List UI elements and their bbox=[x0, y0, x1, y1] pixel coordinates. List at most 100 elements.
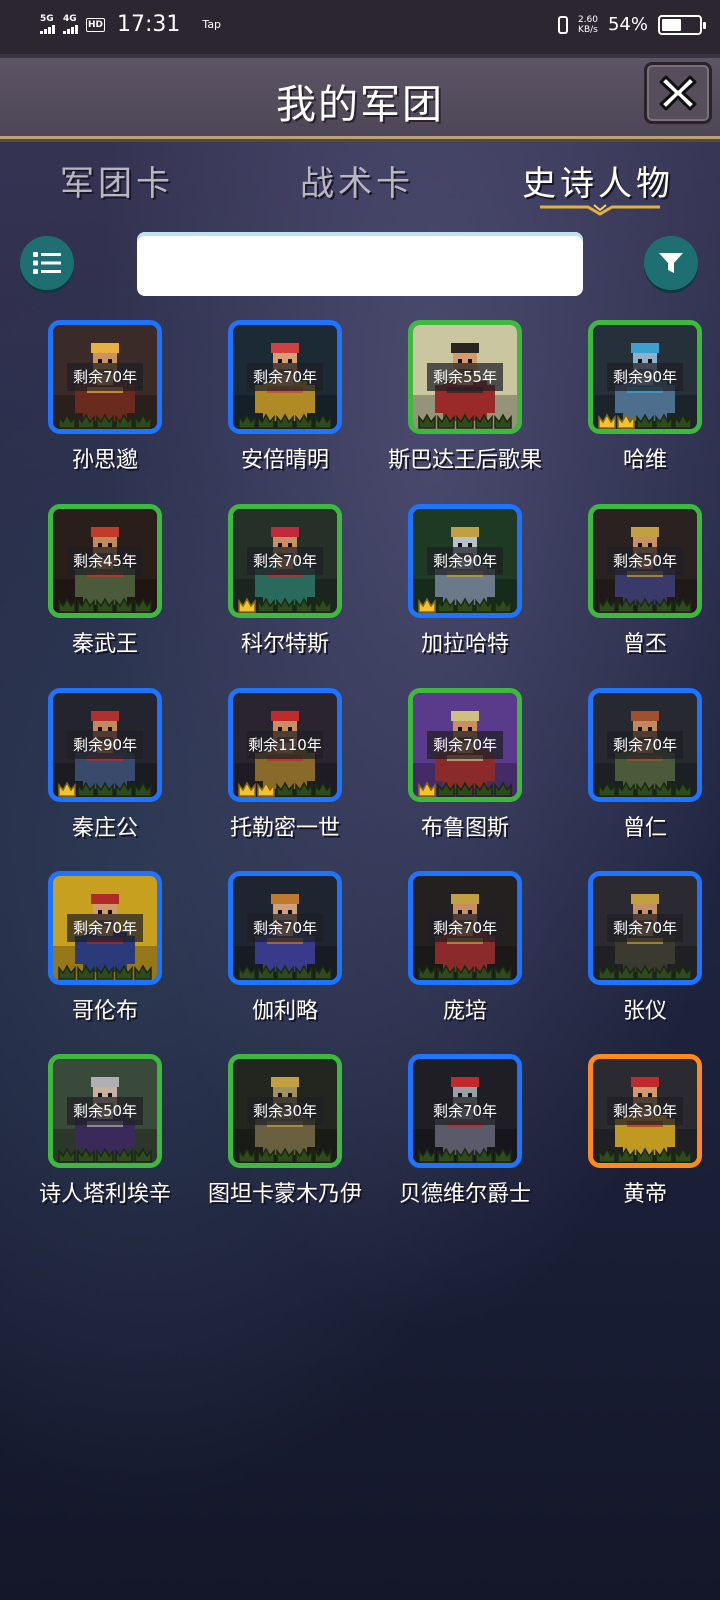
close-x-icon bbox=[659, 75, 697, 111]
crown-empty-icon bbox=[636, 781, 654, 797]
remaining-years: 剩余70年 bbox=[607, 731, 683, 759]
clock: 17:31 bbox=[117, 12, 181, 37]
star-crowns bbox=[413, 589, 517, 613]
figure-card[interactable]: 剩余50年 诗人塔利埃辛 bbox=[15, 1054, 195, 1234]
close-button[interactable] bbox=[644, 62, 712, 124]
crown-empty-icon bbox=[475, 964, 493, 980]
remaining-years: 剩余70年 bbox=[67, 363, 143, 391]
card-frame: 剩余30年 bbox=[228, 1054, 342, 1168]
figure-card[interactable]: 剩余90年 加拉哈特 bbox=[375, 504, 555, 684]
card-frame: 剩余90年 bbox=[588, 320, 702, 434]
crown-empty-icon bbox=[134, 413, 153, 429]
crown-empty-icon bbox=[636, 413, 654, 429]
figure-card[interactable]: 剩余30年图坦卡蒙木乃伊 bbox=[195, 1054, 375, 1234]
crown-empty-icon bbox=[494, 413, 513, 429]
crown-empty-icon bbox=[115, 781, 133, 797]
card-frame: 剩余70年 bbox=[408, 688, 522, 802]
figure-card[interactable]: 剩余70年科尔特斯 bbox=[195, 504, 375, 684]
figure-card[interactable]: 剩余70年 布鲁图斯 bbox=[375, 688, 555, 868]
figure-card[interactable]: 剩余30年 黄帝 bbox=[555, 1054, 720, 1234]
crown-empty-icon bbox=[617, 1147, 635, 1163]
crown-empty-icon bbox=[437, 413, 455, 429]
star-crowns bbox=[413, 405, 517, 429]
figure-name: 科尔特斯 bbox=[240, 632, 329, 657]
tab-legion-cards[interactable]: 军团卡 bbox=[60, 156, 174, 205]
card-frame: 剩余45年 bbox=[48, 504, 162, 618]
card-frame: 剩余30年 bbox=[588, 1054, 702, 1168]
crown-empty-icon bbox=[437, 1147, 455, 1163]
card-frame: 剩余50年 bbox=[48, 1054, 162, 1168]
star-crowns bbox=[413, 956, 517, 980]
search-input[interactable] bbox=[137, 232, 583, 296]
crown-empty-icon bbox=[96, 964, 114, 980]
star-crowns bbox=[53, 589, 157, 613]
crown-empty-icon bbox=[674, 413, 693, 429]
figure-name: 图坦卡蒙木乃伊 bbox=[207, 1182, 362, 1207]
crown-empty-icon bbox=[276, 1147, 294, 1163]
crown-empty-icon bbox=[655, 1147, 673, 1163]
figure-name: 曾丕 bbox=[622, 632, 667, 657]
crown-empty-icon bbox=[674, 597, 693, 613]
crown-empty-icon bbox=[617, 597, 635, 613]
star-crowns bbox=[53, 405, 157, 429]
figure-card[interactable]: 剩余50年曾丕 bbox=[555, 504, 720, 684]
card-frame: 剩余50年 bbox=[588, 504, 702, 618]
network-4g-label: 4G bbox=[63, 14, 77, 24]
tab-tactic-cards[interactable]: 战术卡 bbox=[300, 156, 414, 205]
crown-empty-icon bbox=[314, 413, 333, 429]
figure-card[interactable]: 剩余70年 庞培 bbox=[375, 871, 555, 1051]
figure-name: 伽利略 bbox=[251, 999, 318, 1024]
card-frame: 剩余70年 bbox=[588, 688, 702, 802]
card-frame: 剩余90年 bbox=[408, 504, 522, 618]
figure-card[interactable]: 剩余70年 贝德维尔爵士 bbox=[375, 1054, 555, 1234]
figure-card[interactable]: 剩余70年 安倍晴明 bbox=[195, 320, 375, 500]
filter-button[interactable] bbox=[644, 236, 698, 290]
crown-empty-icon bbox=[276, 597, 294, 613]
speed-value: 2.60 bbox=[577, 14, 598, 25]
figure-card[interactable]: 剩余110年 托勒密一世 bbox=[195, 688, 375, 868]
figure-card[interactable]: 剩余70年 孙思邈 bbox=[15, 320, 195, 500]
card-frame: 剩余70年 bbox=[228, 871, 342, 985]
status-bar: 5G 4G HD 17:31 Tap 2.60 KB/s 54% bbox=[0, 0, 720, 54]
figure-name: 秦庄公 bbox=[71, 816, 138, 841]
tab-epic-figures[interactable]: 史诗人物 bbox=[522, 156, 674, 205]
crown-empty-icon bbox=[417, 1147, 436, 1163]
crown-empty-icon bbox=[96, 1147, 114, 1163]
crown-empty-icon bbox=[314, 1147, 333, 1163]
card-frame: 剩余70年 bbox=[228, 504, 342, 618]
star-crowns bbox=[593, 1139, 697, 1163]
figure-card[interactable]: 剩余55年 斯巴达王后歌果 bbox=[375, 320, 555, 500]
crown-filled-icon bbox=[237, 781, 256, 797]
hd-badge: HD bbox=[86, 17, 106, 32]
crown-empty-icon bbox=[636, 964, 654, 980]
crown-empty-icon bbox=[257, 964, 275, 980]
status-right: 2.60 KB/s 54% bbox=[557, 14, 706, 35]
star-crowns bbox=[593, 956, 697, 980]
tap-app-indicator: Tap bbox=[202, 18, 222, 31]
figure-card[interactable]: 剩余90年 秦庄公 bbox=[15, 688, 195, 868]
network-speed: 2.60 KB/s bbox=[578, 15, 598, 35]
crown-empty-icon bbox=[77, 597, 95, 613]
crown-empty-icon bbox=[494, 1147, 513, 1163]
figure-card[interactable]: 剩余70年 张仪 bbox=[555, 871, 720, 1051]
crown-empty-icon bbox=[295, 1147, 313, 1163]
figure-name: 秦武王 bbox=[71, 632, 138, 657]
crown-empty-icon bbox=[475, 597, 493, 613]
list-view-button[interactable] bbox=[20, 236, 74, 290]
figure-card[interactable]: 剩余70年伽利略 bbox=[195, 871, 375, 1051]
crown-empty-icon bbox=[257, 597, 275, 613]
crown-empty-icon bbox=[636, 597, 654, 613]
star-crowns bbox=[233, 589, 337, 613]
figure-card[interactable]: 剩余90年 哈维 bbox=[555, 320, 720, 500]
battery-percent: 54% bbox=[607, 14, 648, 35]
star-crowns bbox=[233, 956, 337, 980]
card-frame: 剩余70年 bbox=[48, 320, 162, 434]
figure-card[interactable]: 剩余45年秦武王 bbox=[15, 504, 195, 684]
figure-name: 安倍晴明 bbox=[240, 448, 329, 473]
crown-empty-icon bbox=[494, 964, 513, 980]
crown-empty-icon bbox=[237, 964, 256, 980]
page-title: 我的军团 bbox=[276, 82, 444, 128]
crown-empty-icon bbox=[437, 781, 455, 797]
figure-card[interactable]: 剩余70年 曾仁 bbox=[555, 688, 720, 868]
figure-card[interactable]: 剩余70年 哥伦布 bbox=[15, 871, 195, 1051]
